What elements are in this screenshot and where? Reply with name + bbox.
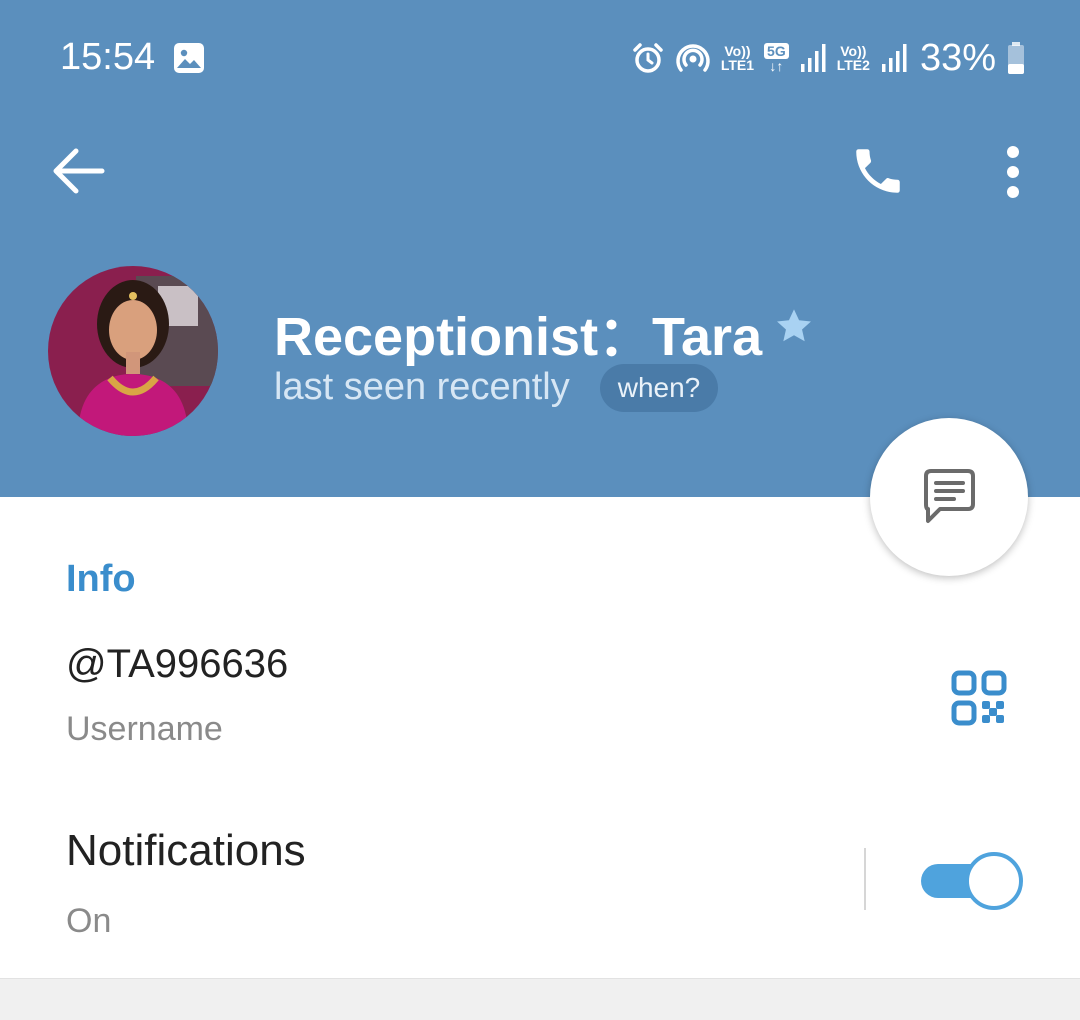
arrow-left-icon[interactable] [50,145,106,197]
notifications-toggle[interactable] [921,852,1023,910]
avatar-photo [48,266,218,436]
image-icon [174,43,204,73]
more-vertical-icon[interactable] [996,144,1030,200]
volte-lte1-icon: Vo)) LTE1 [721,44,754,72]
data-arrows: ↓↑ [769,58,784,74]
username-label: Username [66,710,223,748]
volte-label-2: Vo)) [840,43,867,59]
contact-name: Receptionist：Tara [274,307,763,367]
send-message-button[interactable] [870,418,1028,576]
lte2-label: LTE2 [836,57,870,73]
qr-code-icon[interactable] [951,670,1007,726]
info-section-title: Info [66,558,136,600]
when-button[interactable]: when? [600,364,718,412]
volte-lte2-icon: Vo)) LTE2 [837,44,870,72]
last-seen-status: last seen recently [274,366,570,408]
username-value[interactable]: @TA996636 [66,642,288,687]
hotspot-icon [676,44,710,72]
signal-icon [800,44,826,72]
network-label: 5G [764,43,789,59]
signal-icon [881,44,907,72]
star-icon[interactable] [772,305,816,347]
notifications-status: On [66,902,112,940]
alarm-icon [633,43,663,73]
battery-icon [1008,42,1024,74]
bottom-area [0,978,1080,1020]
status-time: 15:54 [60,36,156,78]
divider [864,848,866,910]
battery-percent: 33% [919,36,996,79]
5g-icon: 5G ↓↑ [764,43,789,73]
status-icons: Vo)) LTE1 5G ↓↑ Vo)) LTE2 33% [631,32,1026,84]
avatar[interactable] [48,266,218,436]
lte1-label: LTE1 [720,57,755,73]
phone-icon[interactable] [848,142,908,200]
toggle-thumb [965,852,1023,910]
volte-label: Vo)) [724,43,751,59]
notifications-label[interactable]: Notifications [66,826,306,876]
message-icon [924,469,975,523]
